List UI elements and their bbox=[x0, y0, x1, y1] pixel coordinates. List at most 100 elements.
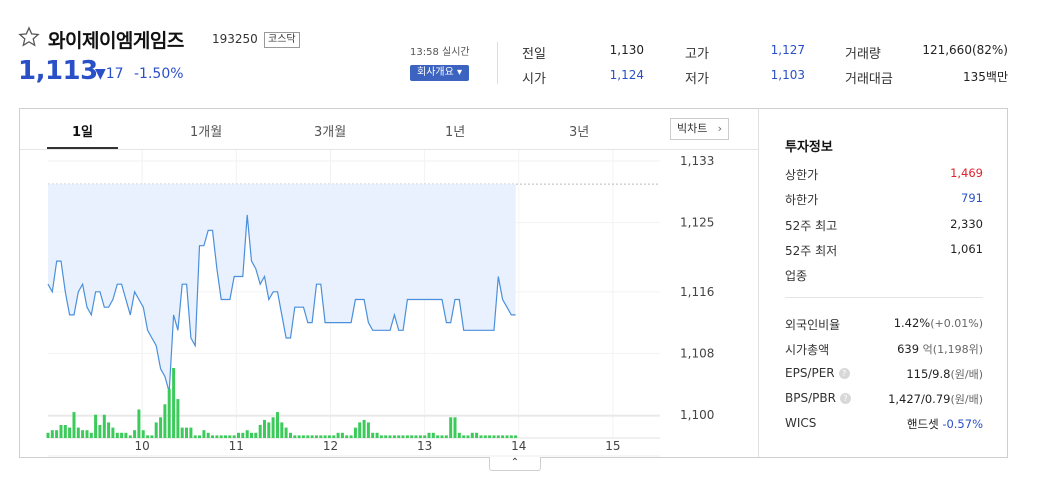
volume-bar bbox=[353, 427, 357, 438]
volume-bar bbox=[414, 435, 418, 438]
stock-name: 와이제이엠게임즈 bbox=[48, 30, 184, 52]
chart-area: 1일 1개월 3개월 1년 3년 빅차트 › 1,133 1,125 1,116 1,… bbox=[20, 109, 758, 457]
volume-bar bbox=[137, 409, 141, 438]
volume-bar bbox=[219, 435, 223, 438]
volume-bar bbox=[250, 432, 253, 438]
volume-bar bbox=[146, 435, 150, 438]
volume-bar bbox=[202, 430, 206, 438]
volume-bar bbox=[215, 435, 219, 438]
price-tick-label: 1,133 bbox=[680, 154, 714, 168]
volume-bar bbox=[267, 422, 271, 438]
volume-bar bbox=[245, 430, 249, 438]
tab-1year[interactable]: 1년 bbox=[445, 121, 465, 140]
volume-bar bbox=[310, 435, 314, 438]
volume-bar bbox=[470, 432, 474, 438]
volume-bar bbox=[98, 425, 102, 438]
info-foreign-ratio: 외국인비율 1.42%(+0.01%) bbox=[785, 316, 983, 332]
investment-info: 투자정보 상한가 1,469 하한가 791 52주 최고 2,330 52주 … bbox=[759, 109, 1007, 457]
company-overview-button[interactable]: 회사개요 ▾ bbox=[410, 65, 469, 81]
volume-bar bbox=[280, 422, 284, 438]
period-tabs: 1일 1개월 3개월 1년 3년 빅차트 › bbox=[20, 109, 758, 149]
volume-bar bbox=[379, 435, 383, 438]
volume-bar bbox=[107, 422, 111, 438]
volume-bar bbox=[427, 432, 431, 438]
volume-bar bbox=[124, 432, 128, 438]
volume-bar bbox=[193, 435, 197, 438]
volume-bar bbox=[392, 435, 396, 438]
chart-panel: 1일 1개월 3개월 1년 3년 빅차트 › 1,133 1,125 1,116 1,… bbox=[19, 108, 1008, 458]
volume-bar bbox=[241, 432, 245, 438]
stock-code: 193250 bbox=[212, 32, 258, 46]
volume-bar bbox=[462, 435, 466, 438]
volume-bar bbox=[76, 427, 80, 438]
volume-bar bbox=[111, 427, 115, 438]
volume-bar bbox=[384, 435, 388, 438]
volume-bar bbox=[397, 435, 401, 438]
volume-bar bbox=[72, 412, 76, 438]
volume-bar bbox=[167, 388, 171, 438]
current-price: 1,113 bbox=[18, 56, 98, 86]
volume-bar bbox=[85, 430, 89, 438]
collapse-button[interactable]: ⌃ bbox=[489, 457, 541, 471]
volume-bar bbox=[128, 435, 132, 438]
volume-bar bbox=[237, 432, 240, 438]
volume-bar bbox=[488, 435, 492, 438]
volume-bar bbox=[284, 427, 288, 438]
volume-bar bbox=[340, 432, 344, 438]
tab-1month[interactable]: 1개월 bbox=[190, 121, 222, 140]
header-divider bbox=[497, 42, 498, 84]
volume-bar bbox=[358, 422, 362, 438]
volume-bar bbox=[159, 417, 163, 438]
volume-bar bbox=[362, 419, 366, 438]
info-upper-limit: 상한가 1,469 bbox=[785, 166, 983, 182]
intraday-chart[interactable]: 1,133 1,125 1,116 1,108 1,100 10 11 12 13 14 15 bbox=[20, 150, 758, 457]
volume-bar bbox=[332, 435, 336, 438]
volume-bar bbox=[55, 430, 59, 438]
volume-bar bbox=[505, 435, 509, 438]
volume-bar bbox=[444, 435, 448, 438]
volume-bar bbox=[211, 435, 214, 438]
volume-bar bbox=[349, 435, 353, 438]
volume-bar bbox=[475, 432, 479, 438]
info-52w-high: 52주 최고 2,330 bbox=[785, 217, 983, 233]
star-icon[interactable] bbox=[18, 26, 40, 48]
volume-bar bbox=[141, 430, 145, 438]
volume-bar bbox=[63, 425, 67, 438]
volume-bar bbox=[163, 404, 167, 438]
price-tick-label: 1,125 bbox=[680, 216, 714, 230]
price-change: ▼17 bbox=[95, 66, 124, 82]
volume-bar bbox=[224, 435, 227, 438]
volume-bar bbox=[514, 435, 518, 438]
volume-bar bbox=[336, 432, 340, 438]
volume-bar bbox=[401, 435, 405, 438]
tab-3year[interactable]: 3년 bbox=[569, 121, 589, 140]
info-lower-limit: 하한가 791 bbox=[785, 191, 983, 207]
time-tick-label: 11 bbox=[229, 439, 244, 453]
bigchart-button[interactable]: 빅차트 › bbox=[670, 118, 729, 140]
volume-bar bbox=[120, 432, 124, 438]
help-icon[interactable]: ? bbox=[838, 368, 850, 379]
info-market-cap: 시가총액 639 억(1,198위) bbox=[785, 342, 983, 357]
volume-bar bbox=[254, 432, 258, 438]
volume-bar bbox=[418, 435, 422, 438]
volume-bar bbox=[154, 422, 158, 438]
info-sector: 업종 bbox=[785, 269, 808, 283]
volume-bar bbox=[301, 435, 305, 438]
volume-bar bbox=[198, 435, 201, 438]
help-icon[interactable]: ? bbox=[839, 393, 851, 404]
volume-bar bbox=[449, 417, 453, 438]
volume-bar bbox=[375, 432, 379, 438]
volume-bar bbox=[501, 435, 505, 438]
volume-bar bbox=[89, 432, 93, 438]
volume-bar bbox=[150, 435, 154, 438]
chevron-right-icon: › bbox=[717, 122, 722, 135]
tab-3month[interactable]: 3개월 bbox=[314, 121, 346, 140]
tab-1day[interactable]: 1일 bbox=[72, 121, 93, 140]
volume-bar bbox=[319, 435, 323, 438]
volume-bar bbox=[293, 435, 297, 438]
volume-bar bbox=[388, 435, 392, 438]
volume-bar bbox=[185, 427, 188, 438]
volume-bar bbox=[509, 435, 513, 438]
price-tick-label: 1,116 bbox=[680, 285, 714, 299]
volume-bar bbox=[176, 399, 180, 438]
